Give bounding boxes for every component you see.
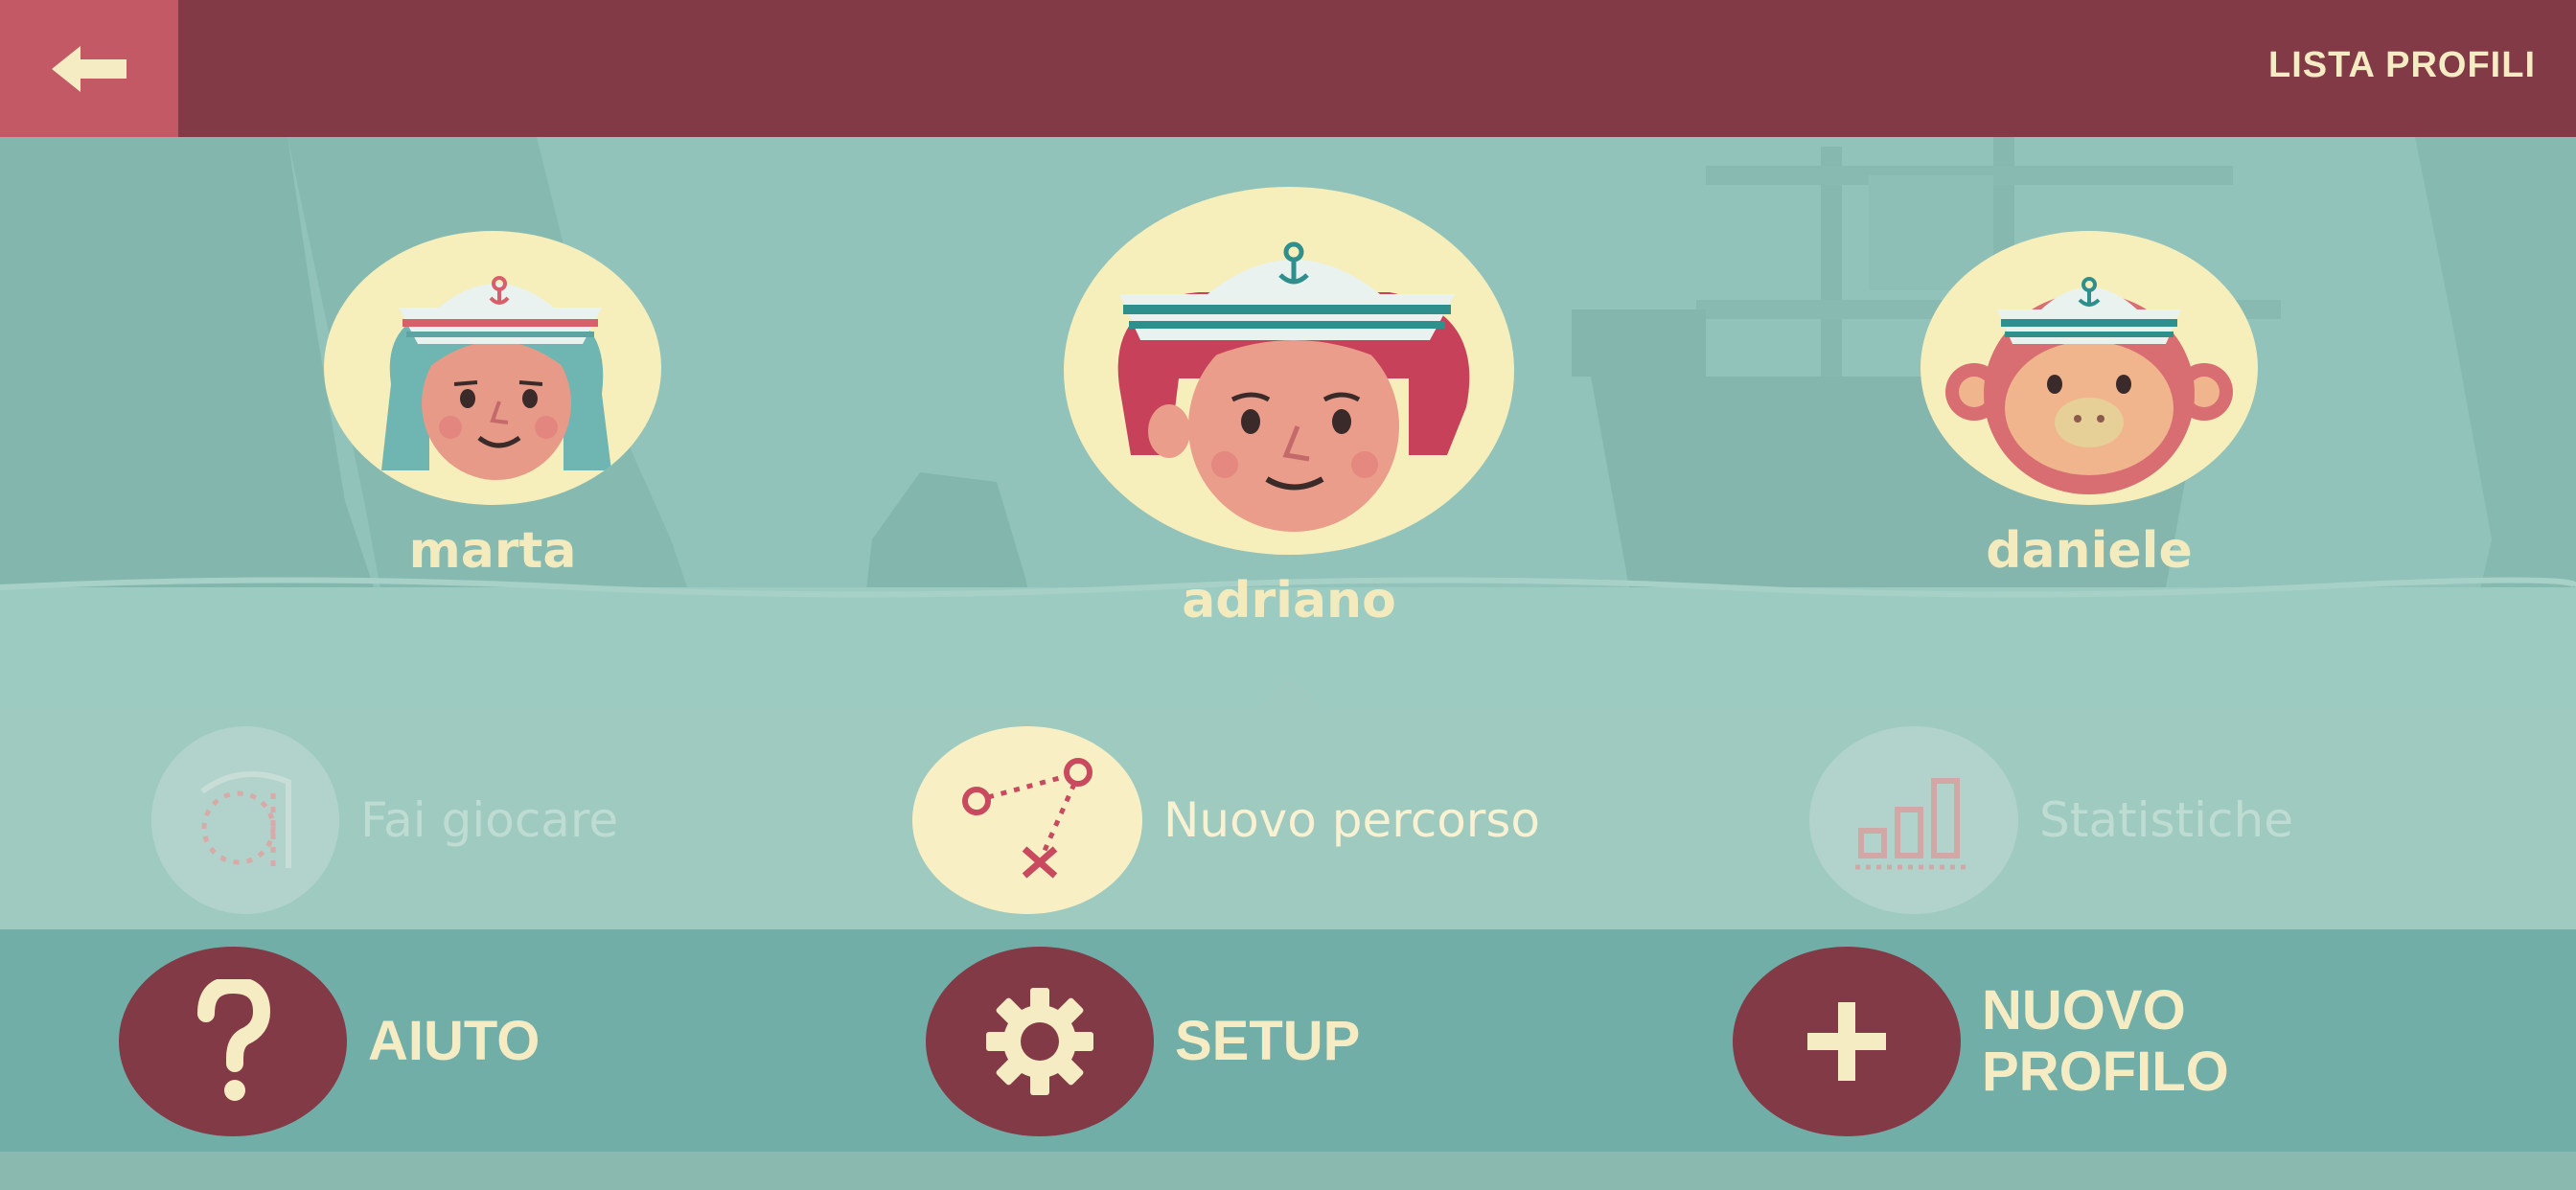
new-path-action[interactable]: Nuovo percorso <box>912 724 1540 916</box>
profile-name-daniele: daniele <box>1986 522 2193 580</box>
letter-a-tracing-icon <box>151 726 339 914</box>
gear-icon <box>926 947 1154 1136</box>
setup-button[interactable]: SETUP <box>926 947 1360 1136</box>
top-bar: LISTA PROFILI <box>0 0 2576 137</box>
bar-chart-icon <box>1809 726 2018 914</box>
arrow-left-icon <box>52 45 126 92</box>
new-profile-label: NUOVO PROFILO <box>1982 979 2229 1103</box>
new-path-action-label: Nuovo percorso <box>1163 792 1540 848</box>
monkey-sailor-avatar <box>1920 231 2258 505</box>
statistics-action-label: Statistiche <box>2039 792 2293 848</box>
page-title: LISTA PROFILI <box>2268 45 2536 85</box>
bottom-strip <box>0 1152 2576 1190</box>
help-label: AIUTO <box>368 1010 540 1072</box>
bottom-menu: AIUTO SETUP NUOVO PROFILO <box>0 929 2576 1152</box>
background-scene: marta adriano daniele <box>0 137 2576 707</box>
boy-sailor-avatar <box>1064 187 1514 555</box>
play-action-label: Fai giocare <box>360 792 619 848</box>
help-button[interactable]: AIUTO <box>119 947 540 1136</box>
profile-adriano[interactable]: adriano <box>1064 187 1514 629</box>
statistics-action[interactable]: Statistiche <box>1809 724 2293 916</box>
profile-marta[interactable]: marta <box>324 231 661 580</box>
path-map-icon <box>912 726 1142 914</box>
setup-label: SETUP <box>1175 1010 1361 1072</box>
plus-icon <box>1733 947 1961 1136</box>
profile-daniele[interactable]: daniele <box>1920 231 2258 580</box>
new-profile-button[interactable]: NUOVO PROFILO <box>1733 947 2229 1136</box>
question-mark-icon <box>119 947 347 1136</box>
girl-sailor-avatar <box>324 231 661 505</box>
profile-actions-bar: Fai giocare Nuovo percorso Statistiche <box>0 707 2576 929</box>
selection-pointer <box>1255 675 1324 709</box>
play-action[interactable]: Fai giocare <box>151 724 618 916</box>
profile-name-marta: marta <box>408 522 577 580</box>
profile-name-adriano: adriano <box>1182 572 1396 629</box>
back-button[interactable] <box>0 0 178 137</box>
